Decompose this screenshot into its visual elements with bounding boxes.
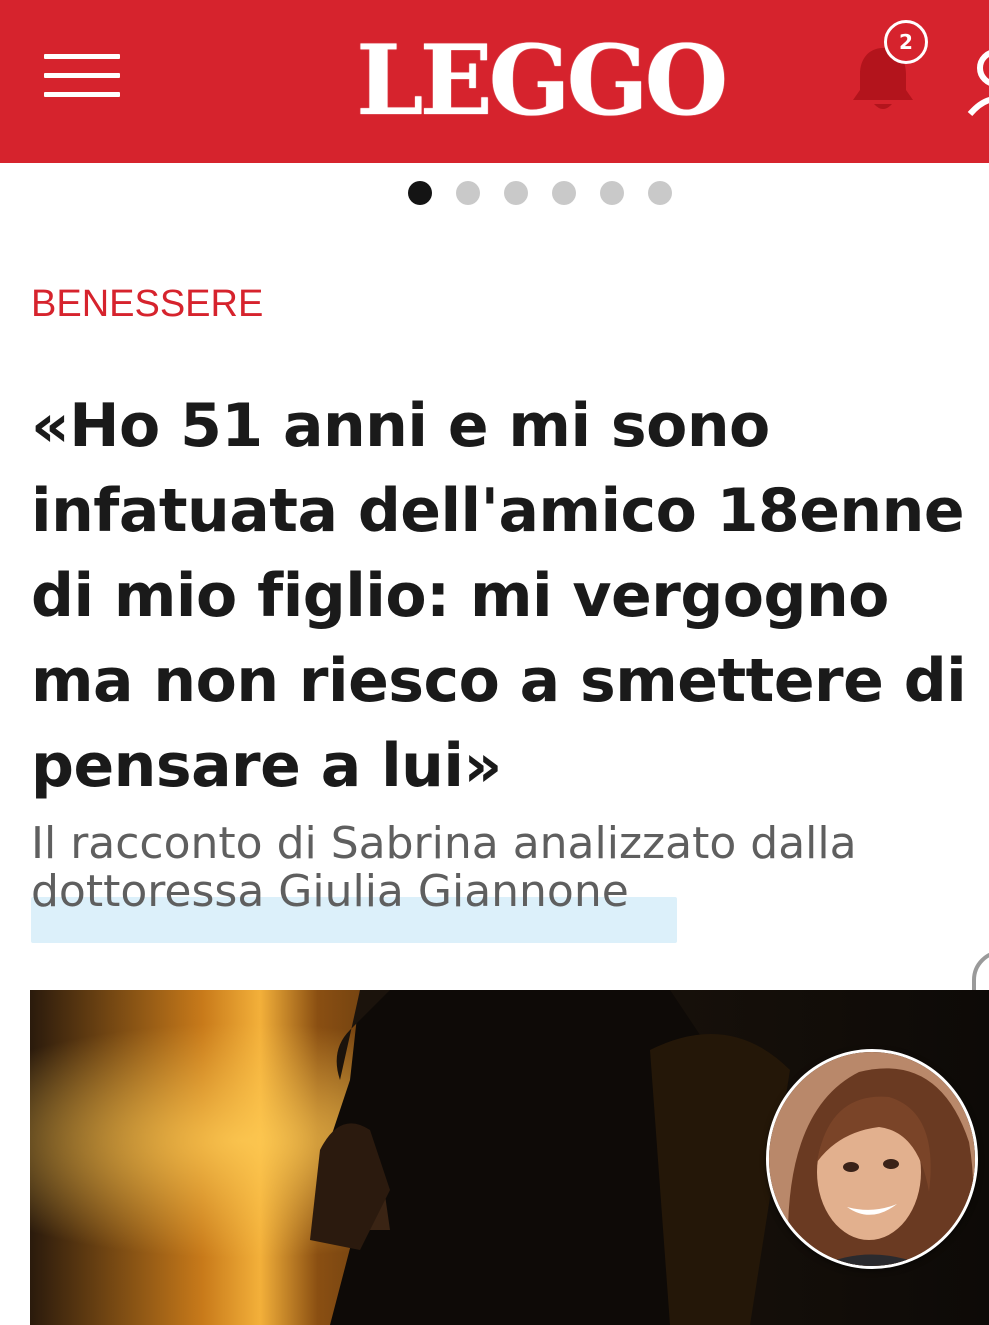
article-headline: «Ho 51 anni e mi sono infatuata dell'ami…: [31, 391, 967, 801]
notification-count-badge[interactable]: 2: [884, 20, 928, 64]
carousel-dot-3[interactable]: [504, 181, 528, 205]
carousel-dot-4[interactable]: [552, 181, 576, 205]
carousel-pagination: [408, 181, 678, 207]
author-photo: [769, 1052, 975, 1266]
menu-line: [44, 92, 120, 97]
site-logo[interactable]: LEGGO: [356, 22, 728, 140]
article-subtitle: Il racconto di Sabrina analizzato dalla …: [31, 818, 857, 917]
author-avatar[interactable]: [766, 1049, 978, 1269]
carousel-dot-6[interactable]: [648, 181, 672, 205]
carousel-dot-5[interactable]: [600, 181, 624, 205]
top-navigation-bar: LEGGO 2: [0, 0, 989, 163]
menu-line: [44, 54, 120, 59]
user-icon[interactable]: [966, 40, 989, 120]
section-label[interactable]: BENESSERE: [31, 280, 263, 328]
hamburger-menu-icon[interactable]: [44, 54, 122, 98]
carousel-dot-1[interactable]: [408, 181, 432, 205]
carousel-dot-2[interactable]: [456, 181, 480, 205]
menu-line: [44, 73, 120, 78]
